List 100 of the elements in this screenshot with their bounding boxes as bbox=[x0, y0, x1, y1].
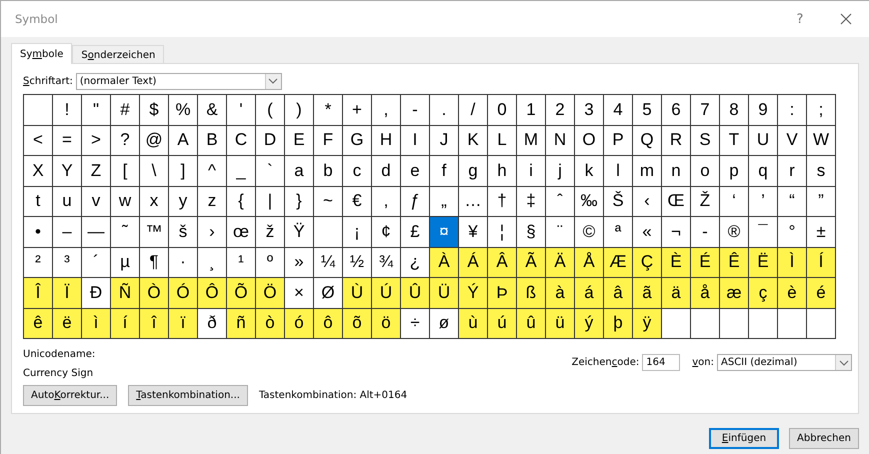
symbol-cell[interactable]: ³ bbox=[53, 248, 82, 278]
symbol-cell[interactable]: v bbox=[82, 186, 111, 217]
symbol-cell[interactable]: Á bbox=[459, 248, 488, 278]
symbol-cell[interactable]: ½ bbox=[343, 248, 372, 278]
symbol-cell[interactable]: þ bbox=[604, 308, 633, 339]
symbol-cell[interactable]: 0 bbox=[488, 95, 517, 126]
symbol-cell[interactable]: Ù bbox=[343, 278, 372, 308]
symbol-cell[interactable]: J bbox=[430, 126, 459, 156]
symbol-cell[interactable]: å bbox=[691, 278, 720, 308]
symbol-cell[interactable]: î bbox=[140, 308, 169, 339]
symbol-cell[interactable]: ¼ bbox=[314, 248, 343, 278]
symbol-cell[interactable]: Ò bbox=[140, 278, 169, 308]
symbol-cell[interactable]: D bbox=[256, 126, 285, 156]
symbol-cell[interactable]: O bbox=[575, 126, 604, 156]
symbol-cell[interactable]: Å bbox=[575, 248, 604, 278]
symbol-cell[interactable]: p bbox=[720, 156, 749, 186]
symbol-cell[interactable]: · bbox=[169, 248, 198, 278]
symbol-cell[interactable]: ` bbox=[256, 156, 285, 186]
symbol-cell[interactable]: ê bbox=[24, 308, 53, 339]
symbol-cell[interactable]: ô bbox=[314, 308, 343, 339]
symbol-cell[interactable]: 4 bbox=[604, 95, 633, 126]
symbol-cell[interactable]: ë bbox=[53, 308, 82, 339]
symbol-cell[interactable]: s bbox=[807, 156, 836, 186]
symbol-cell[interactable]: ” bbox=[807, 186, 836, 217]
symbol-cell[interactable]: " bbox=[82, 95, 111, 126]
symbol-cell[interactable]: × bbox=[285, 278, 314, 308]
symbol-cell[interactable]: 2 bbox=[546, 95, 575, 126]
symbol-cell[interactable]: ‚ bbox=[372, 186, 401, 217]
symbol-cell[interactable]: 5 bbox=[633, 95, 662, 126]
symbol-cell[interactable]: œ bbox=[227, 217, 256, 248]
symbol-cell[interactable]: ¿ bbox=[401, 248, 430, 278]
symbol-cell[interactable]: Ü bbox=[430, 278, 459, 308]
symbol-cell[interactable]: ™ bbox=[140, 217, 169, 248]
symbol-cell[interactable]: ú bbox=[488, 308, 517, 339]
symbol-cell[interactable]: | bbox=[256, 186, 285, 217]
symbol-cell[interactable]: Ñ bbox=[111, 278, 140, 308]
tab[interactable]: Sonderzeichen bbox=[72, 45, 164, 64]
symbol-cell[interactable]: q bbox=[749, 156, 778, 186]
dialog-button[interactable]: Tastenkombination... bbox=[128, 385, 248, 406]
symbol-cell[interactable]: = bbox=[53, 126, 82, 156]
dialog-button[interactable]: Abbrechen bbox=[789, 428, 859, 449]
symbol-cell[interactable]: ’ bbox=[749, 186, 778, 217]
symbol-cell[interactable]: ì bbox=[82, 308, 111, 339]
symbol-cell[interactable]: x bbox=[140, 186, 169, 217]
symbol-cell[interactable]: € bbox=[343, 186, 372, 217]
symbol-cell[interactable]: Q bbox=[633, 126, 662, 156]
symbol-cell[interactable]: ¡ bbox=[343, 217, 372, 248]
symbol-cell[interactable]: ; bbox=[807, 95, 836, 126]
symbol-cell[interactable]: ó bbox=[285, 308, 314, 339]
symbol-cell[interactable]: n bbox=[662, 156, 691, 186]
symbol-cell[interactable]: © bbox=[575, 217, 604, 248]
symbol-cell[interactable]: æ bbox=[720, 278, 749, 308]
symbol-cell[interactable]: / bbox=[459, 95, 488, 126]
symbol-cell[interactable]: Ç bbox=[633, 248, 662, 278]
symbol-cell[interactable]: z bbox=[198, 186, 227, 217]
symbol-cell[interactable]: š bbox=[169, 217, 198, 248]
symbol-cell[interactable]: â bbox=[604, 278, 633, 308]
symbol-cell[interactable]: ! bbox=[53, 95, 82, 126]
symbol-cell[interactable]: “ bbox=[778, 186, 807, 217]
symbol-cell[interactable]: Û bbox=[401, 278, 430, 308]
symbol-cell[interactable]: › bbox=[198, 217, 227, 248]
symbol-cell[interactable]: Ô bbox=[198, 278, 227, 308]
symbol-cell[interactable]: ¤ bbox=[430, 217, 459, 248]
tab[interactable]: Symbole bbox=[11, 43, 72, 64]
symbol-cell[interactable]: A bbox=[169, 126, 198, 156]
symbol-cell[interactable]: _ bbox=[227, 156, 256, 186]
symbol-cell[interactable]: V bbox=[778, 126, 807, 156]
symbol-cell[interactable]: 9 bbox=[749, 95, 778, 126]
symbol-cell[interactable]: 8 bbox=[720, 95, 749, 126]
symbol-cell[interactable]: & bbox=[198, 95, 227, 126]
symbol-cell[interactable]: ˆ bbox=[546, 186, 575, 217]
symbol-cell[interactable]: † bbox=[488, 186, 517, 217]
symbol-cell[interactable]: C bbox=[227, 126, 256, 156]
symbol-cell[interactable]: < bbox=[24, 126, 53, 156]
symbol-cell[interactable]: £ bbox=[401, 217, 430, 248]
symbol-cell[interactable]: F bbox=[314, 126, 343, 156]
symbol-cell[interactable]: ò bbox=[256, 308, 285, 339]
symbol-cell[interactable]: K bbox=[459, 126, 488, 156]
symbol-cell[interactable]: c bbox=[343, 156, 372, 186]
symbol-cell[interactable]: Ø bbox=[314, 278, 343, 308]
symbol-cell[interactable]: Ú bbox=[372, 278, 401, 308]
symbol-cell[interactable]: í bbox=[111, 308, 140, 339]
symbol-cell[interactable]: ) bbox=[285, 95, 314, 126]
symbol-cell[interactable]: Y bbox=[53, 156, 82, 186]
symbol-cell[interactable]: S bbox=[691, 126, 720, 156]
symbol-cell[interactable]: G bbox=[343, 126, 372, 156]
symbol-cell[interactable]: X bbox=[24, 156, 53, 186]
dialog-button[interactable]: Einfügen bbox=[709, 428, 779, 449]
symbol-cell[interactable]: } bbox=[285, 186, 314, 217]
symbol-cell[interactable]: ð bbox=[198, 308, 227, 339]
symbol-cell[interactable]: Æ bbox=[604, 248, 633, 278]
symbol-cell[interactable]: Þ bbox=[488, 278, 517, 308]
symbol-cell[interactable]: ï bbox=[169, 308, 198, 339]
symbol-cell[interactable]: > bbox=[82, 126, 111, 156]
symbol-cell[interactable]: 3 bbox=[575, 95, 604, 126]
symbol-cell[interactable]: É bbox=[691, 248, 720, 278]
symbol-cell[interactable]: M bbox=[517, 126, 546, 156]
symbol-cell[interactable]: „ bbox=[430, 186, 459, 217]
symbol-cell[interactable]: ˜ bbox=[111, 217, 140, 248]
symbol-cell[interactable]: @ bbox=[140, 126, 169, 156]
